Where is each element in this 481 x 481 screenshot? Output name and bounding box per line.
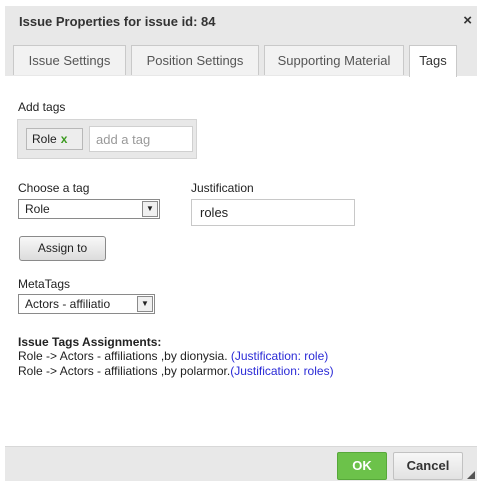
choose-tag-select[interactable]: Role ▼ [18,199,160,219]
tab-issue-settings[interactable]: Issue Settings [13,45,126,75]
assign-to-button[interactable]: Assign to [19,236,106,261]
metatags-label: MetaTags [18,277,71,291]
dialog-title: Issue Properties for issue id: 84 [19,14,216,29]
choose-tag-label: Choose a tag [18,181,90,195]
cancel-button[interactable]: Cancel [393,452,463,480]
tag-chip: Role x [26,128,83,150]
assignment-text: Role -> Actors - affiliations ,by polarm… [18,364,231,378]
chevron-down-icon[interactable]: ▼ [137,296,153,312]
choose-tag-value: Role [25,202,50,216]
assignment-justification: (Justification: role) [230,349,329,363]
assignment-justification: (Justification: roles) [230,364,334,378]
ok-button[interactable]: OK [337,452,387,480]
dialog-titlebar: Issue Properties for issue id: 84 × [5,6,477,36]
tab-tags[interactable]: Tags [409,45,457,77]
assignment-text: Role -> Actors - affiliations ,by dionys… [18,349,231,363]
add-tags-label: Add tags [18,100,66,114]
close-icon[interactable]: × [463,12,472,29]
dialog-footer: OK Cancel [5,446,477,481]
justification-input[interactable] [191,199,355,226]
assignment-item: Role -> Actors - affiliations ,by polarm… [18,364,334,378]
assignments-heading: Issue Tags Assignments: [18,335,162,349]
metatags-select[interactable]: Actors - affiliatio ▼ [18,294,155,314]
tag-chip-label: Role [32,132,57,146]
tab-position-settings[interactable]: Position Settings [131,45,259,75]
add-tag-input[interactable] [89,126,193,152]
tags-box: Role x [17,119,197,159]
tab-supporting-material[interactable]: Supporting Material [264,45,404,75]
resize-grip-icon[interactable] [467,471,475,479]
tag-remove-icon[interactable]: x [61,132,68,146]
tab-bar: Issue Settings Position Settings Support… [5,36,477,77]
justification-label: Justification [191,181,254,195]
chevron-down-icon[interactable]: ▼ [142,201,158,217]
assignment-item: Role -> Actors - affiliations ,by dionys… [18,349,328,363]
metatags-value: Actors - affiliatio [25,297,111,311]
